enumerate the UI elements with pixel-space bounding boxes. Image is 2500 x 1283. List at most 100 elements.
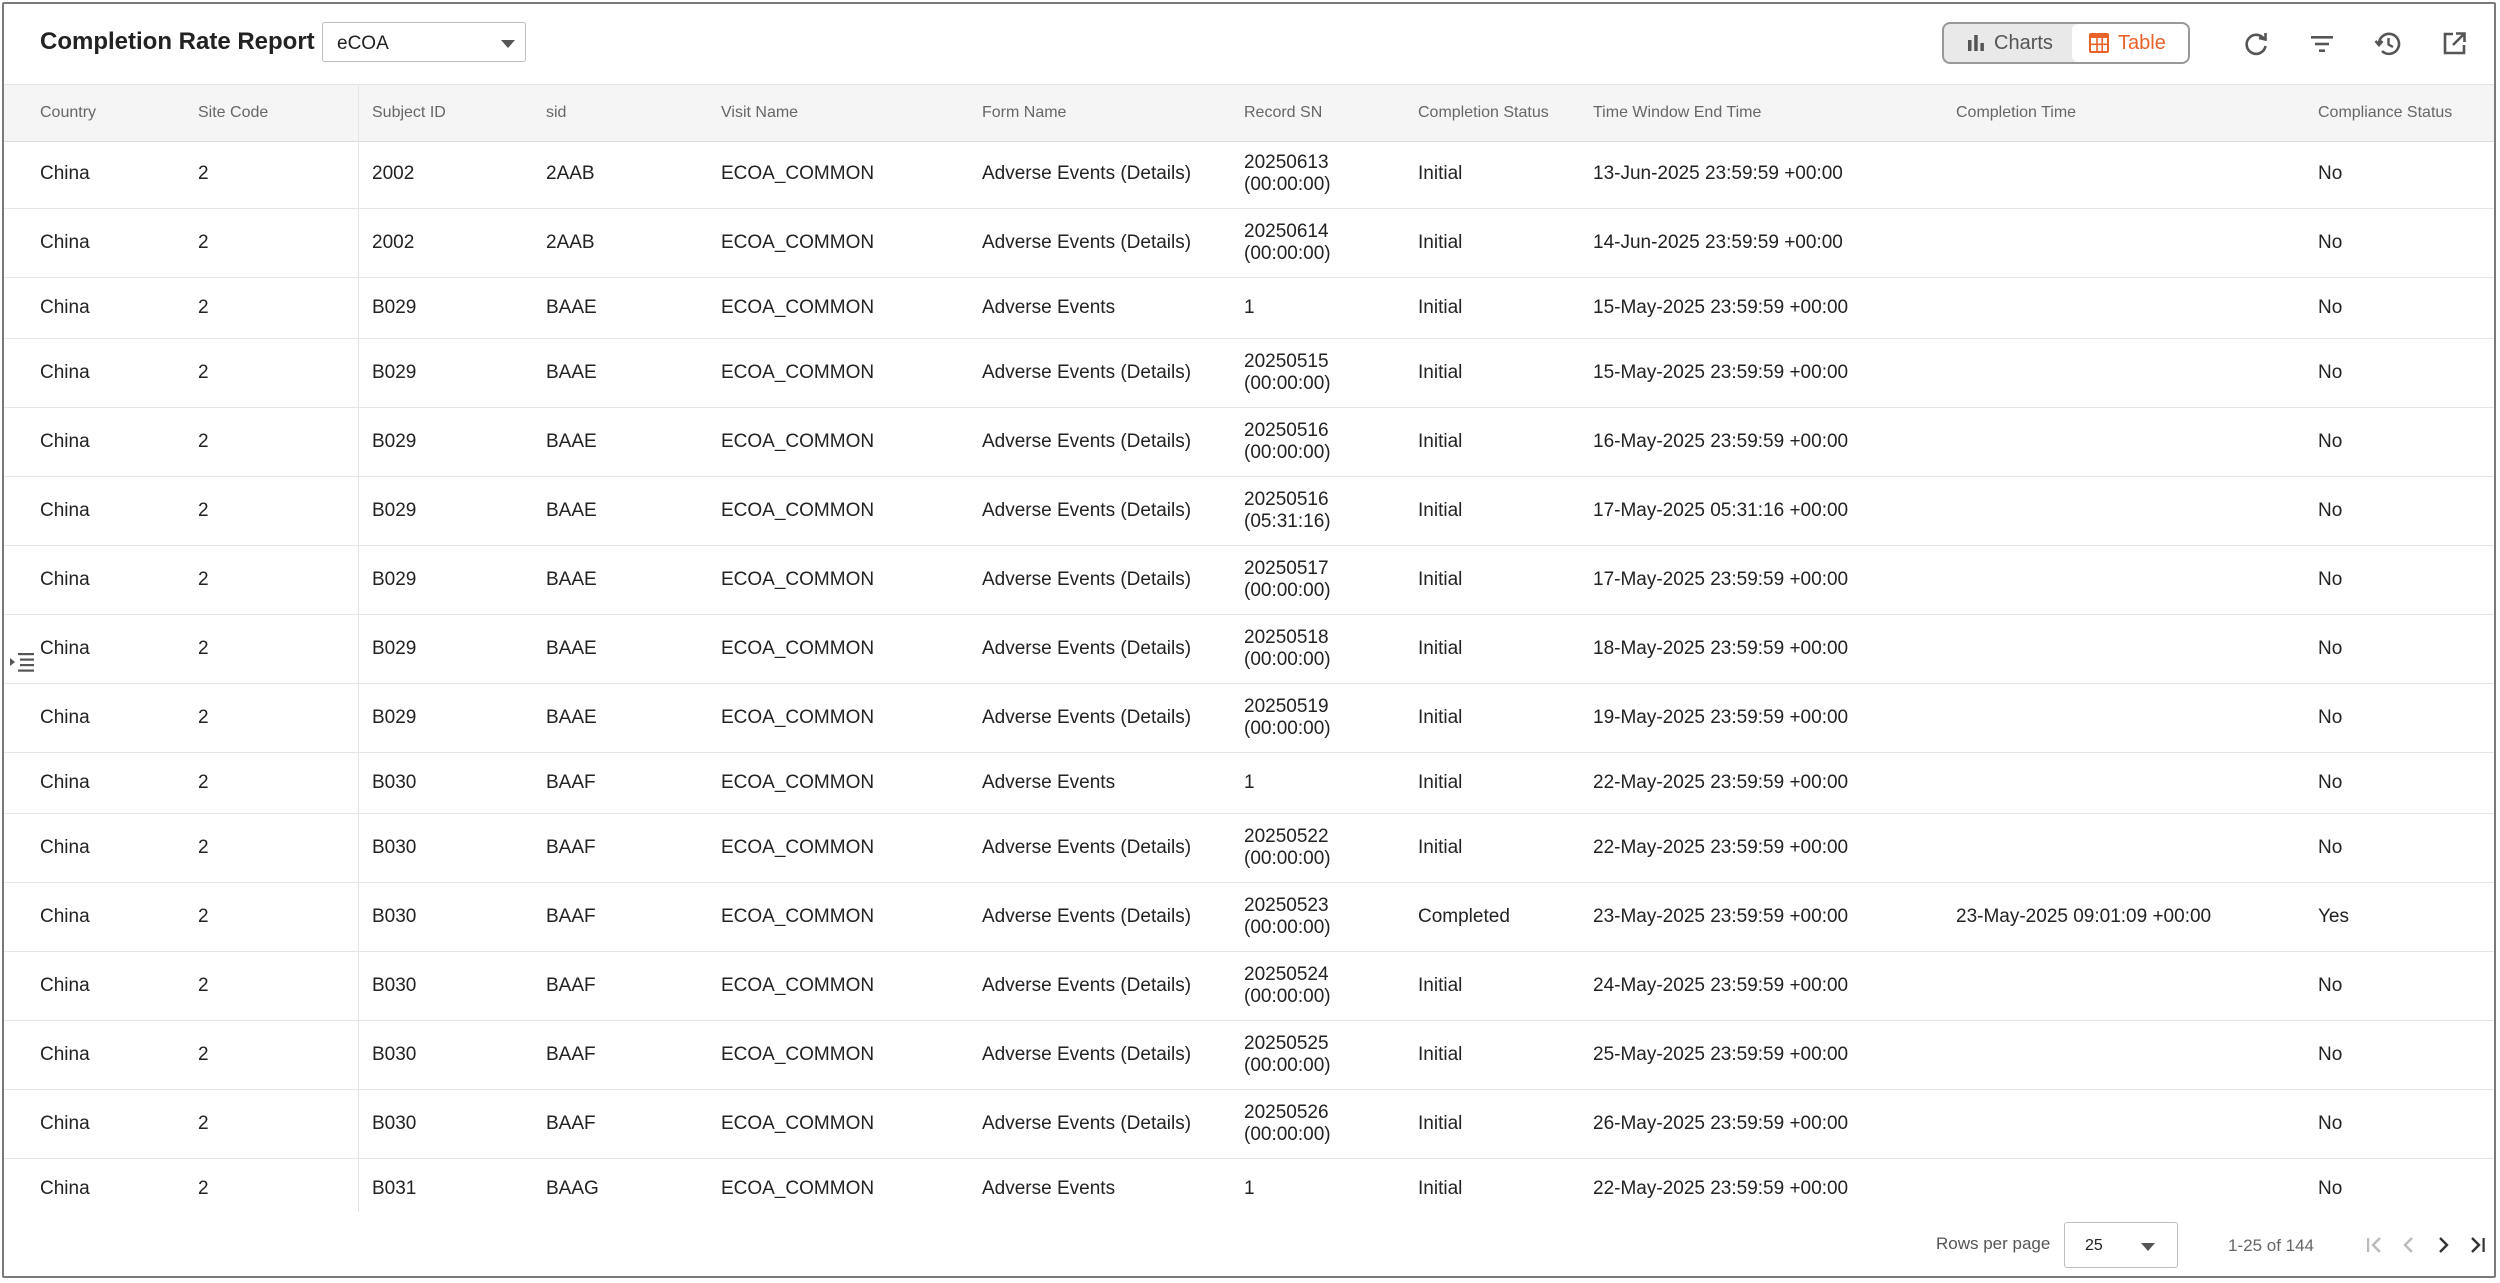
column-header-time-window-end-time[interactable]: Time Window End Time [1593,104,1761,122]
cell-site-code: 2 [198,232,209,253]
column-header-completion-status[interactable]: Completion Status [1418,104,1549,122]
cell-visit-name: ECOA_COMMON [721,707,875,728]
cell-site-code: 2 [198,1113,209,1134]
cell-site-code: 2 [198,772,209,793]
cell-visit-name: ECOA_COMMON [721,772,875,793]
table-row[interactable]: China 2 B030 BAAF ECOA_COMMON Adverse Events 1… [4,753,2494,814]
table-row[interactable]: China 2 B029 BAAE ECOA_COMMON Adverse Events … [4,615,2494,684]
previous-page-button[interactable] [2396,1232,2422,1258]
cell-visit-name: ECOA_COMMON [721,297,875,318]
table-row[interactable]: China 2 B030 BAAF ECOA_COMMON Adverse Events … [4,1090,2494,1159]
cell-subject-id: B030 [372,1044,417,1065]
cell-compliance-status: No [2318,569,2343,590]
cell-record-sn: 20250516 (05:31:16) [1244,489,1331,532]
cell-site-code: 2 [198,163,209,184]
table-row[interactable]: China 2 2002 2AAB ECOA_COMMON Adverse Events … [4,209,2494,278]
cell-compliance-status: No [2318,638,2343,659]
table-row[interactable]: China 2 B029 BAAE ECOA_COMMON Adverse Events … [4,546,2494,615]
refresh-button[interactable] [2238,26,2274,62]
column-header-sid[interactable]: sid [546,104,566,122]
table-row[interactable]: China 2 B030 BAAF ECOA_COMMON Adverse Events … [4,814,2494,883]
table-row[interactable]: China 2 2002 2AAB ECOA_COMMON Adverse Events … [4,140,2494,209]
cell-visit-name: ECOA_COMMON [721,1044,875,1065]
cell-time-window-end-time: 22-May-2025 23:59:59 +00:00 [1593,837,1849,858]
cell-compliance-status: No [2318,837,2343,858]
cell-completion-status: Initial [1418,431,1463,452]
column-header-country[interactable]: Country [40,104,96,122]
cell-subject-id: 2002 [372,232,415,253]
first-page-button[interactable] [2362,1232,2388,1258]
cell-record-sn: 20250522 (00:00:00) [1244,826,1331,869]
cell-country: China [40,837,90,858]
cell-time-window-end-time: 18-May-2025 23:59:59 +00:00 [1593,638,1849,659]
cell-completion-status: Initial [1418,772,1463,793]
cell-subject-id: B030 [372,1113,417,1134]
last-page-button[interactable] [2464,1232,2490,1258]
cell-subject-id: B029 [372,500,417,521]
cell-form-name: Adverse Events [982,297,1116,318]
cell-record-sn: 1 [1244,772,1255,793]
history-button[interactable] [2370,26,2406,62]
report-window: Completion Rate Report eCOA Charts Table… [2,2,2496,1278]
cell-form-name: Adverse Events (Details) [982,837,1192,858]
cell-completion-status: Initial [1418,975,1463,996]
table-row[interactable]: China 2 B029 BAAE ECOA_COMMON Adverse Events … [4,339,2494,408]
column-header-record-sn[interactable]: Record SN [1244,104,1322,122]
cell-time-window-end-time: 15-May-2025 23:59:59 +00:00 [1593,297,1849,318]
next-page-button[interactable] [2430,1232,2456,1258]
cell-site-code: 2 [198,431,209,452]
cell-completion-status: Completed [1418,906,1510,927]
cell-time-window-end-time: 17-May-2025 23:59:59 +00:00 [1593,569,1849,590]
cell-site-code: 2 [198,707,209,728]
cell-subject-id: B030 [372,975,417,996]
cell-subject-id: B030 [372,772,417,793]
chevron-down-icon [2141,1243,2155,1251]
open-external-button[interactable] [2436,26,2472,62]
cell-compliance-status: No [2318,163,2343,184]
cell-completion-status: Initial [1418,163,1463,184]
filter-button[interactable] [2304,26,2340,62]
cell-country: China [40,362,90,383]
side-panel-toggle[interactable] [8,650,36,676]
table-row[interactable]: China 2 B030 BAAF ECOA_COMMON Adverse Events … [4,952,2494,1021]
rows-per-page-select[interactable]: 25 [2064,1222,2178,1268]
cell-form-name: Adverse Events (Details) [982,906,1192,927]
cell-sid: BAAF [546,1113,596,1134]
module-select[interactable]: eCOA [322,22,526,62]
cell-time-window-end-time: 24-May-2025 23:59:59 +00:00 [1593,975,1849,996]
cell-time-window-end-time: 22-May-2025 23:59:59 +00:00 [1593,1178,1849,1199]
filter-icon [2311,36,2333,52]
cell-visit-name: ECOA_COMMON [721,837,875,858]
column-header-subject-id[interactable]: Subject ID [372,104,446,122]
cell-country: China [40,297,90,318]
table-row[interactable]: China 2 B030 BAAF ECOA_COMMON Adverse Events … [4,883,2494,952]
cell-record-sn: 20250526 (00:00:00) [1244,1102,1331,1145]
cell-compliance-status: No [2318,1044,2343,1065]
cell-visit-name: ECOA_COMMON [721,569,875,590]
column-header-visit-name[interactable]: Visit Name [721,104,798,122]
cell-sid: 2AAB [546,232,595,253]
table-row[interactable]: China 2 B031 BAAG ECOA_COMMON Adverse Events 1… [4,1159,2494,1220]
cell-record-sn: 20250524 (00:00:00) [1244,964,1331,1007]
table-toggle-button[interactable]: Table [2072,24,2188,62]
column-header-form-name[interactable]: Form Name [982,104,1066,122]
column-header-compliance-status[interactable]: Compliance Status [2318,104,2452,122]
charts-toggle-label: Charts [1994,31,2053,54]
table-row[interactable]: China 2 B029 BAAE ECOA_COMMON Adverse Events … [4,684,2494,753]
cell-sid: BAAE [546,362,597,383]
charts-toggle-button[interactable]: Charts [1944,24,2072,62]
cell-country: China [40,707,90,728]
table-row[interactable]: China 2 B029 BAAE ECOA_COMMON Adverse Events … [4,477,2494,546]
cell-form-name: Adverse Events (Details) [982,1113,1192,1134]
table-row[interactable]: China 2 B030 BAAF ECOA_COMMON Adverse Events … [4,1021,2494,1090]
rows-per-page-value: 25 [2085,1237,2103,1254]
column-header-site-code[interactable]: Site Code [198,104,268,122]
column-header-completion-time[interactable]: Completion Time [1956,104,2076,122]
cell-site-code: 2 [198,837,209,858]
cell-country: China [40,906,90,927]
pagination-range: 1-25 of 144 [2228,1236,2315,1255]
table-row[interactable]: China 2 B029 BAAE ECOA_COMMON Adverse Events 1… [4,278,2494,339]
table-row[interactable]: China 2 B029 BAAE ECOA_COMMON Adverse Events … [4,408,2494,477]
cell-time-window-end-time: 25-May-2025 23:59:59 +00:00 [1593,1044,1849,1065]
cell-record-sn: 1 [1244,297,1255,318]
